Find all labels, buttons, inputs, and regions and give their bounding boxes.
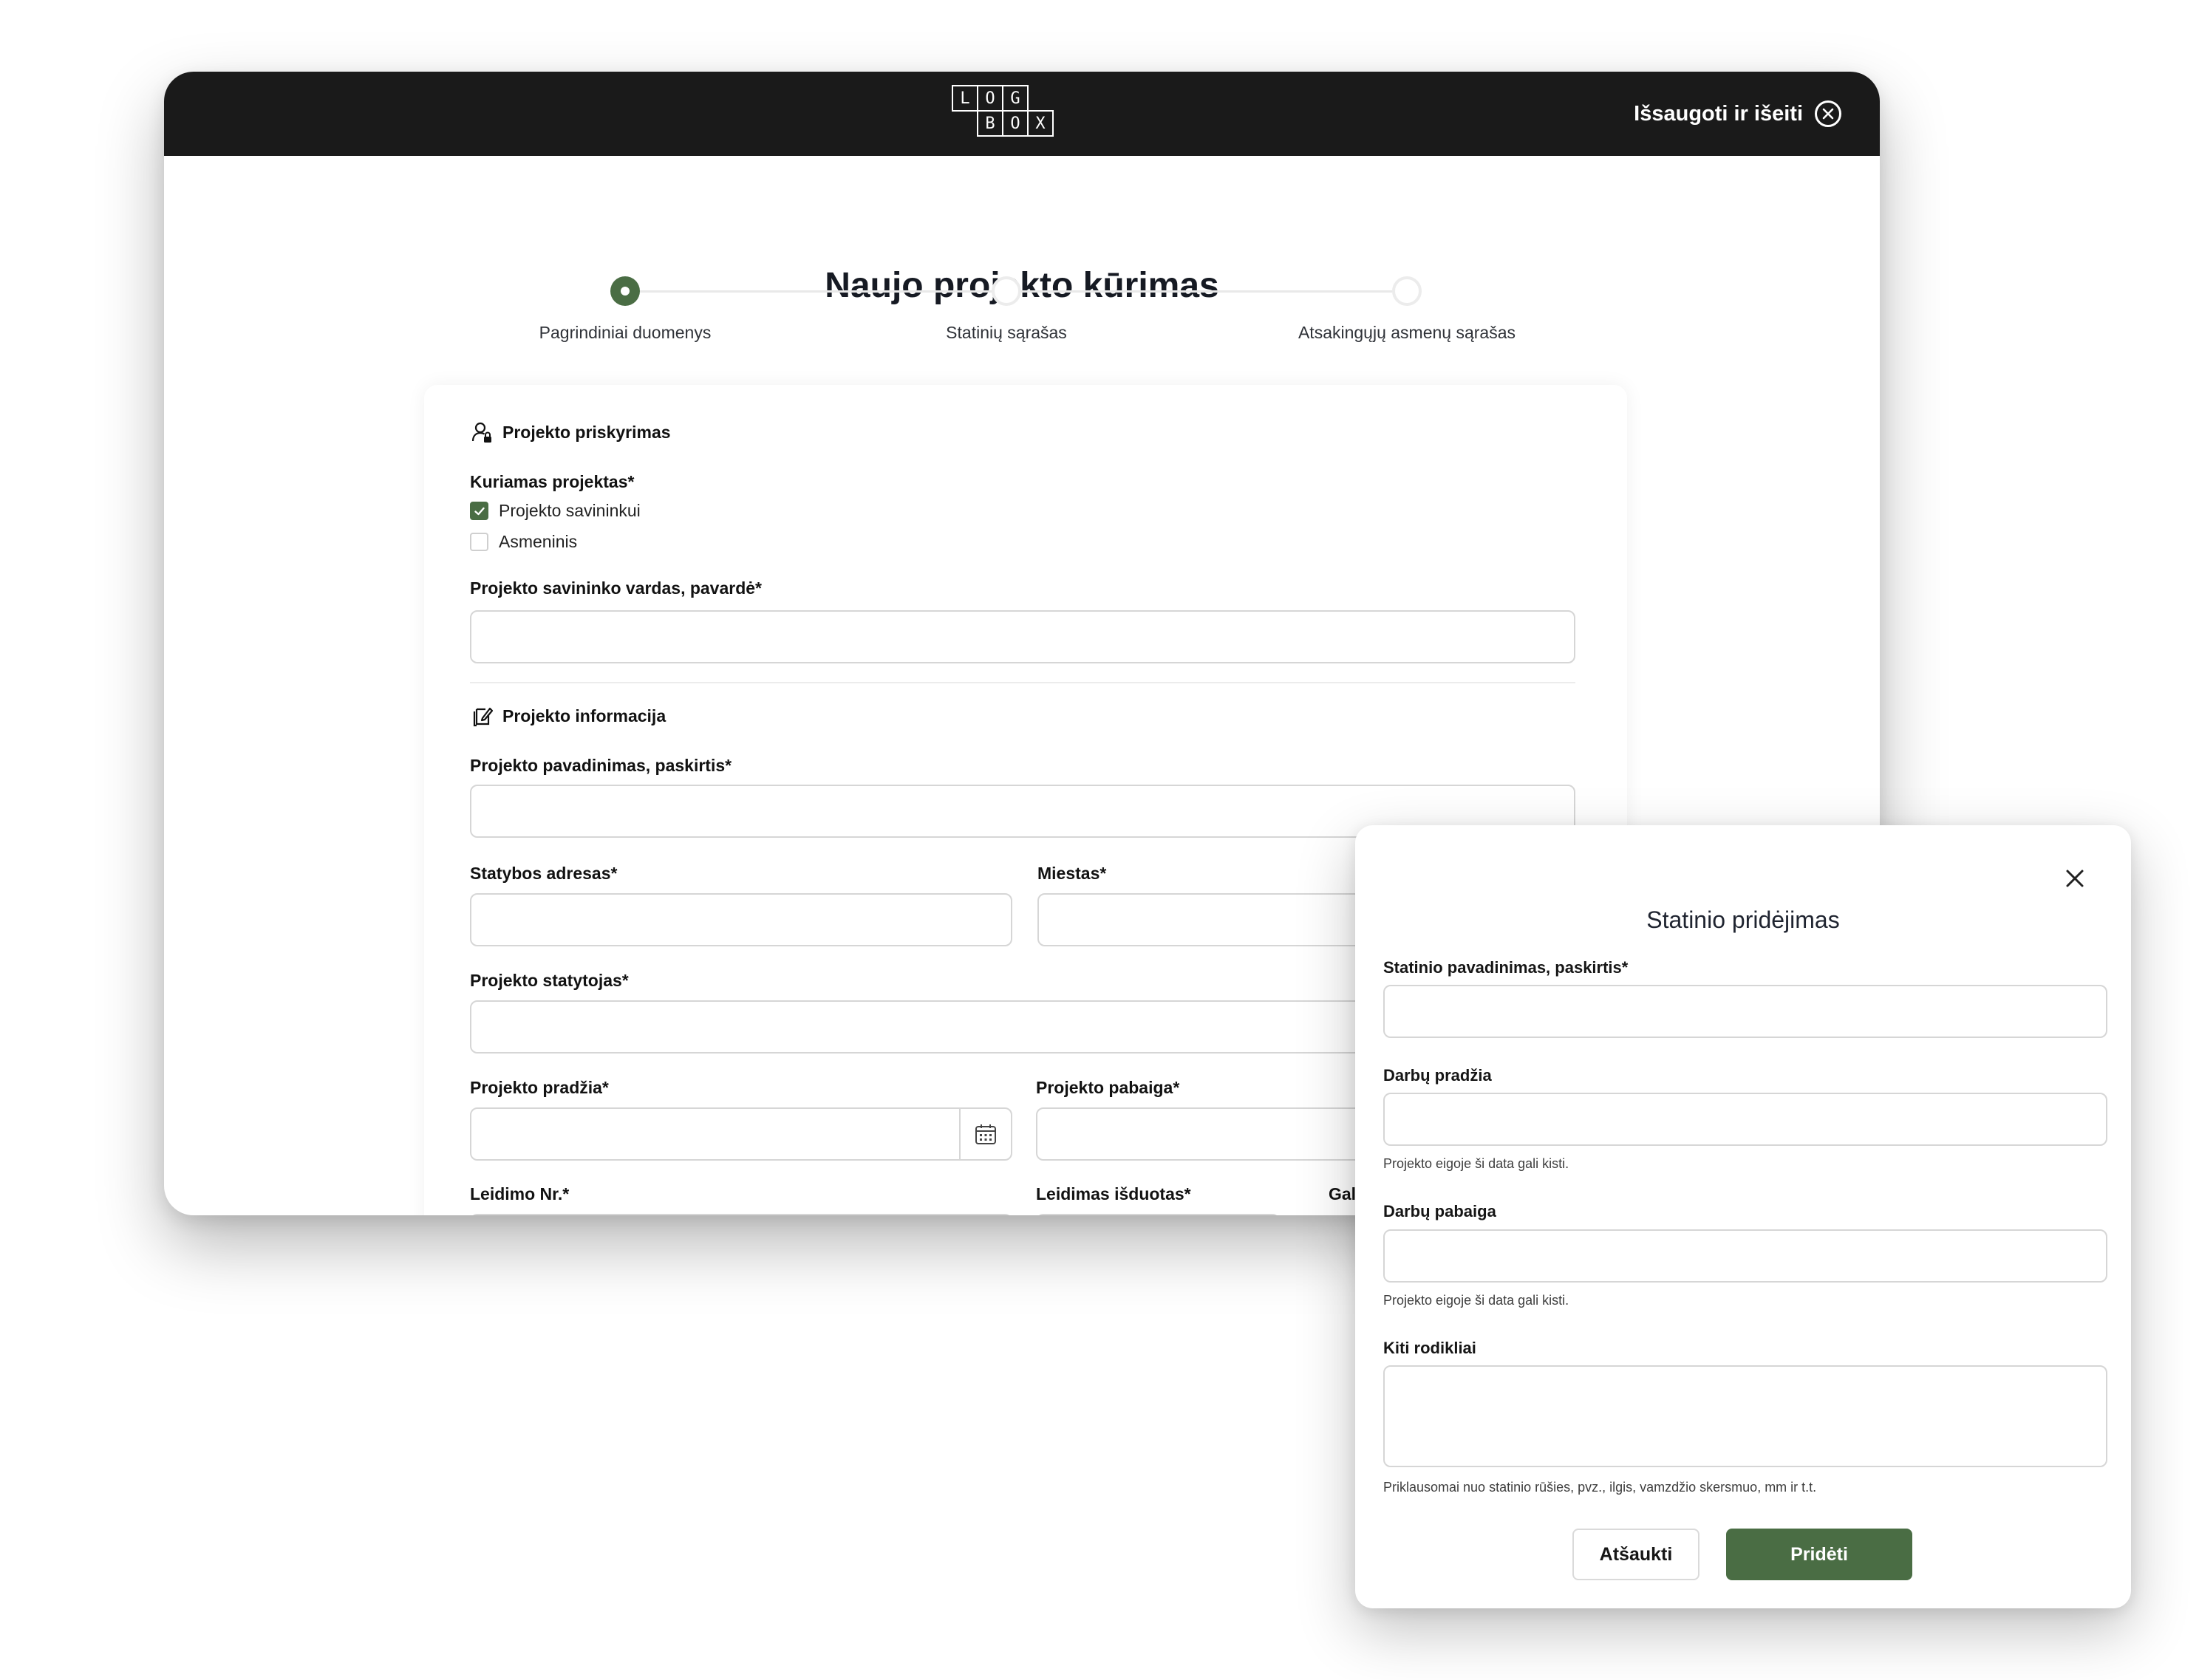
project-name-label: Projekto pavadinimas, paskirtis*: [470, 756, 732, 775]
other-metrics-hint: Priklausomai nuo statinio rūšies, pvz., …: [1383, 1480, 1817, 1495]
logbox-logo: L O G B O X: [952, 85, 1058, 141]
check-icon: [474, 507, 485, 515]
assignment-section-header: Projekto priskyrimas: [470, 420, 671, 444]
close-circle-icon: [1815, 100, 1841, 127]
address-label: Statybos adresas*: [470, 864, 618, 883]
structure-name-label: Statinio pavadinimas, paskirtis*: [1383, 958, 1629, 977]
works-start-input[interactable]: [1383, 1093, 2107, 1146]
checkbox-unchecked[interactable]: [470, 533, 488, 551]
step-label-1: Pagrindiniai duomenys: [539, 323, 712, 342]
option-label: Asmeninis: [499, 532, 578, 551]
logo-letter: B: [977, 110, 1003, 137]
works-start-hint: Projekto eigoje ši data gali kisti.: [1383, 1156, 1569, 1171]
info-section-header: Projekto informacija: [470, 704, 666, 728]
option-owner[interactable]: Projekto savininkui: [470, 501, 641, 521]
works-end-hint: Projekto eigoje ši data gali kisti.: [1383, 1293, 1569, 1308]
logo-letter: O: [977, 85, 1003, 112]
city-label: Miestas*: [1037, 864, 1107, 883]
owner-name-input[interactable]: [470, 610, 1575, 663]
project-type-label: Kuriamas projektas*: [470, 472, 635, 491]
close-icon[interactable]: [2060, 864, 2090, 893]
logo-letter: O: [1002, 110, 1029, 137]
option-personal[interactable]: Asmeninis: [470, 532, 577, 552]
section-title: Projekto informacija: [502, 706, 666, 725]
step-dot-3[interactable]: [1392, 276, 1422, 306]
step-label-2: Statinių sąrašas: [946, 323, 1067, 342]
modal-title: Statinio pridėjimas: [1646, 906, 1840, 933]
add-structure-modal: Statinio pridėjimas Statinio pavadinimas…: [1355, 825, 2131, 1608]
end-date-label: Projekto pabaiga*: [1036, 1078, 1180, 1097]
top-bar: L O G B O X Išsaugoti ir išeiti: [164, 72, 1880, 156]
user-lock-icon: [471, 422, 491, 443]
section-title: Projekto priskyrimas: [502, 422, 671, 442]
calendar-button[interactable]: [959, 1109, 1011, 1159]
step-label-3: Atsakingųjų asmenų sąrašas: [1298, 323, 1516, 342]
edit-document-icon: [473, 707, 494, 727]
checkbox-checked[interactable]: [470, 502, 488, 520]
save-exit-label: Išsaugoti ir išeiti: [1634, 101, 1803, 126]
add-button[interactable]: Pridėti: [1726, 1529, 1912, 1580]
permit-number-input[interactable]: [470, 1214, 1012, 1215]
save-and-exit-button[interactable]: Išsaugoti ir išeiti: [1634, 95, 1841, 132]
step-connector: [640, 290, 992, 293]
works-end-label: Darbų pabaiga: [1383, 1202, 1496, 1220]
option-label: Projekto savininkui: [499, 501, 641, 520]
step-dot-1[interactable]: [610, 276, 640, 306]
cancel-button[interactable]: Atšaukti: [1572, 1529, 1699, 1580]
works-end-input[interactable]: [1383, 1229, 2107, 1283]
works-start-label: Darbų pradžia: [1383, 1066, 1492, 1085]
permit-issued-label: Leidimas išduotas*: [1036, 1184, 1191, 1203]
builder-label: Projekto statytojas*: [470, 971, 629, 990]
start-date-label: Projekto pradžia*: [470, 1078, 609, 1097]
page-title: Naujo projekto kūrimas: [825, 266, 1219, 305]
step-connector: [1021, 290, 1392, 293]
partial-label: Gal: [1329, 1184, 1357, 1203]
section-divider: [470, 682, 1575, 683]
other-metrics-label: Kiti rodikliai: [1383, 1339, 1476, 1357]
logo-letter: X: [1027, 110, 1054, 137]
logo-letter: G: [1002, 85, 1029, 112]
start-date-input[interactable]: [470, 1107, 1012, 1161]
step-dot-2[interactable]: [992, 276, 1021, 306]
permit-number-label: Leidimo Nr.*: [470, 1184, 570, 1203]
address-input[interactable]: [470, 893, 1012, 946]
other-metrics-textarea[interactable]: [1383, 1365, 2107, 1467]
calendar-icon: [975, 1124, 996, 1144]
owner-name-label: Projekto savininko vardas, pavardė*: [470, 578, 763, 598]
logo-letter: L: [952, 85, 978, 112]
structure-name-input[interactable]: [1383, 985, 2107, 1038]
permit-issued-input[interactable]: [1036, 1214, 1280, 1215]
